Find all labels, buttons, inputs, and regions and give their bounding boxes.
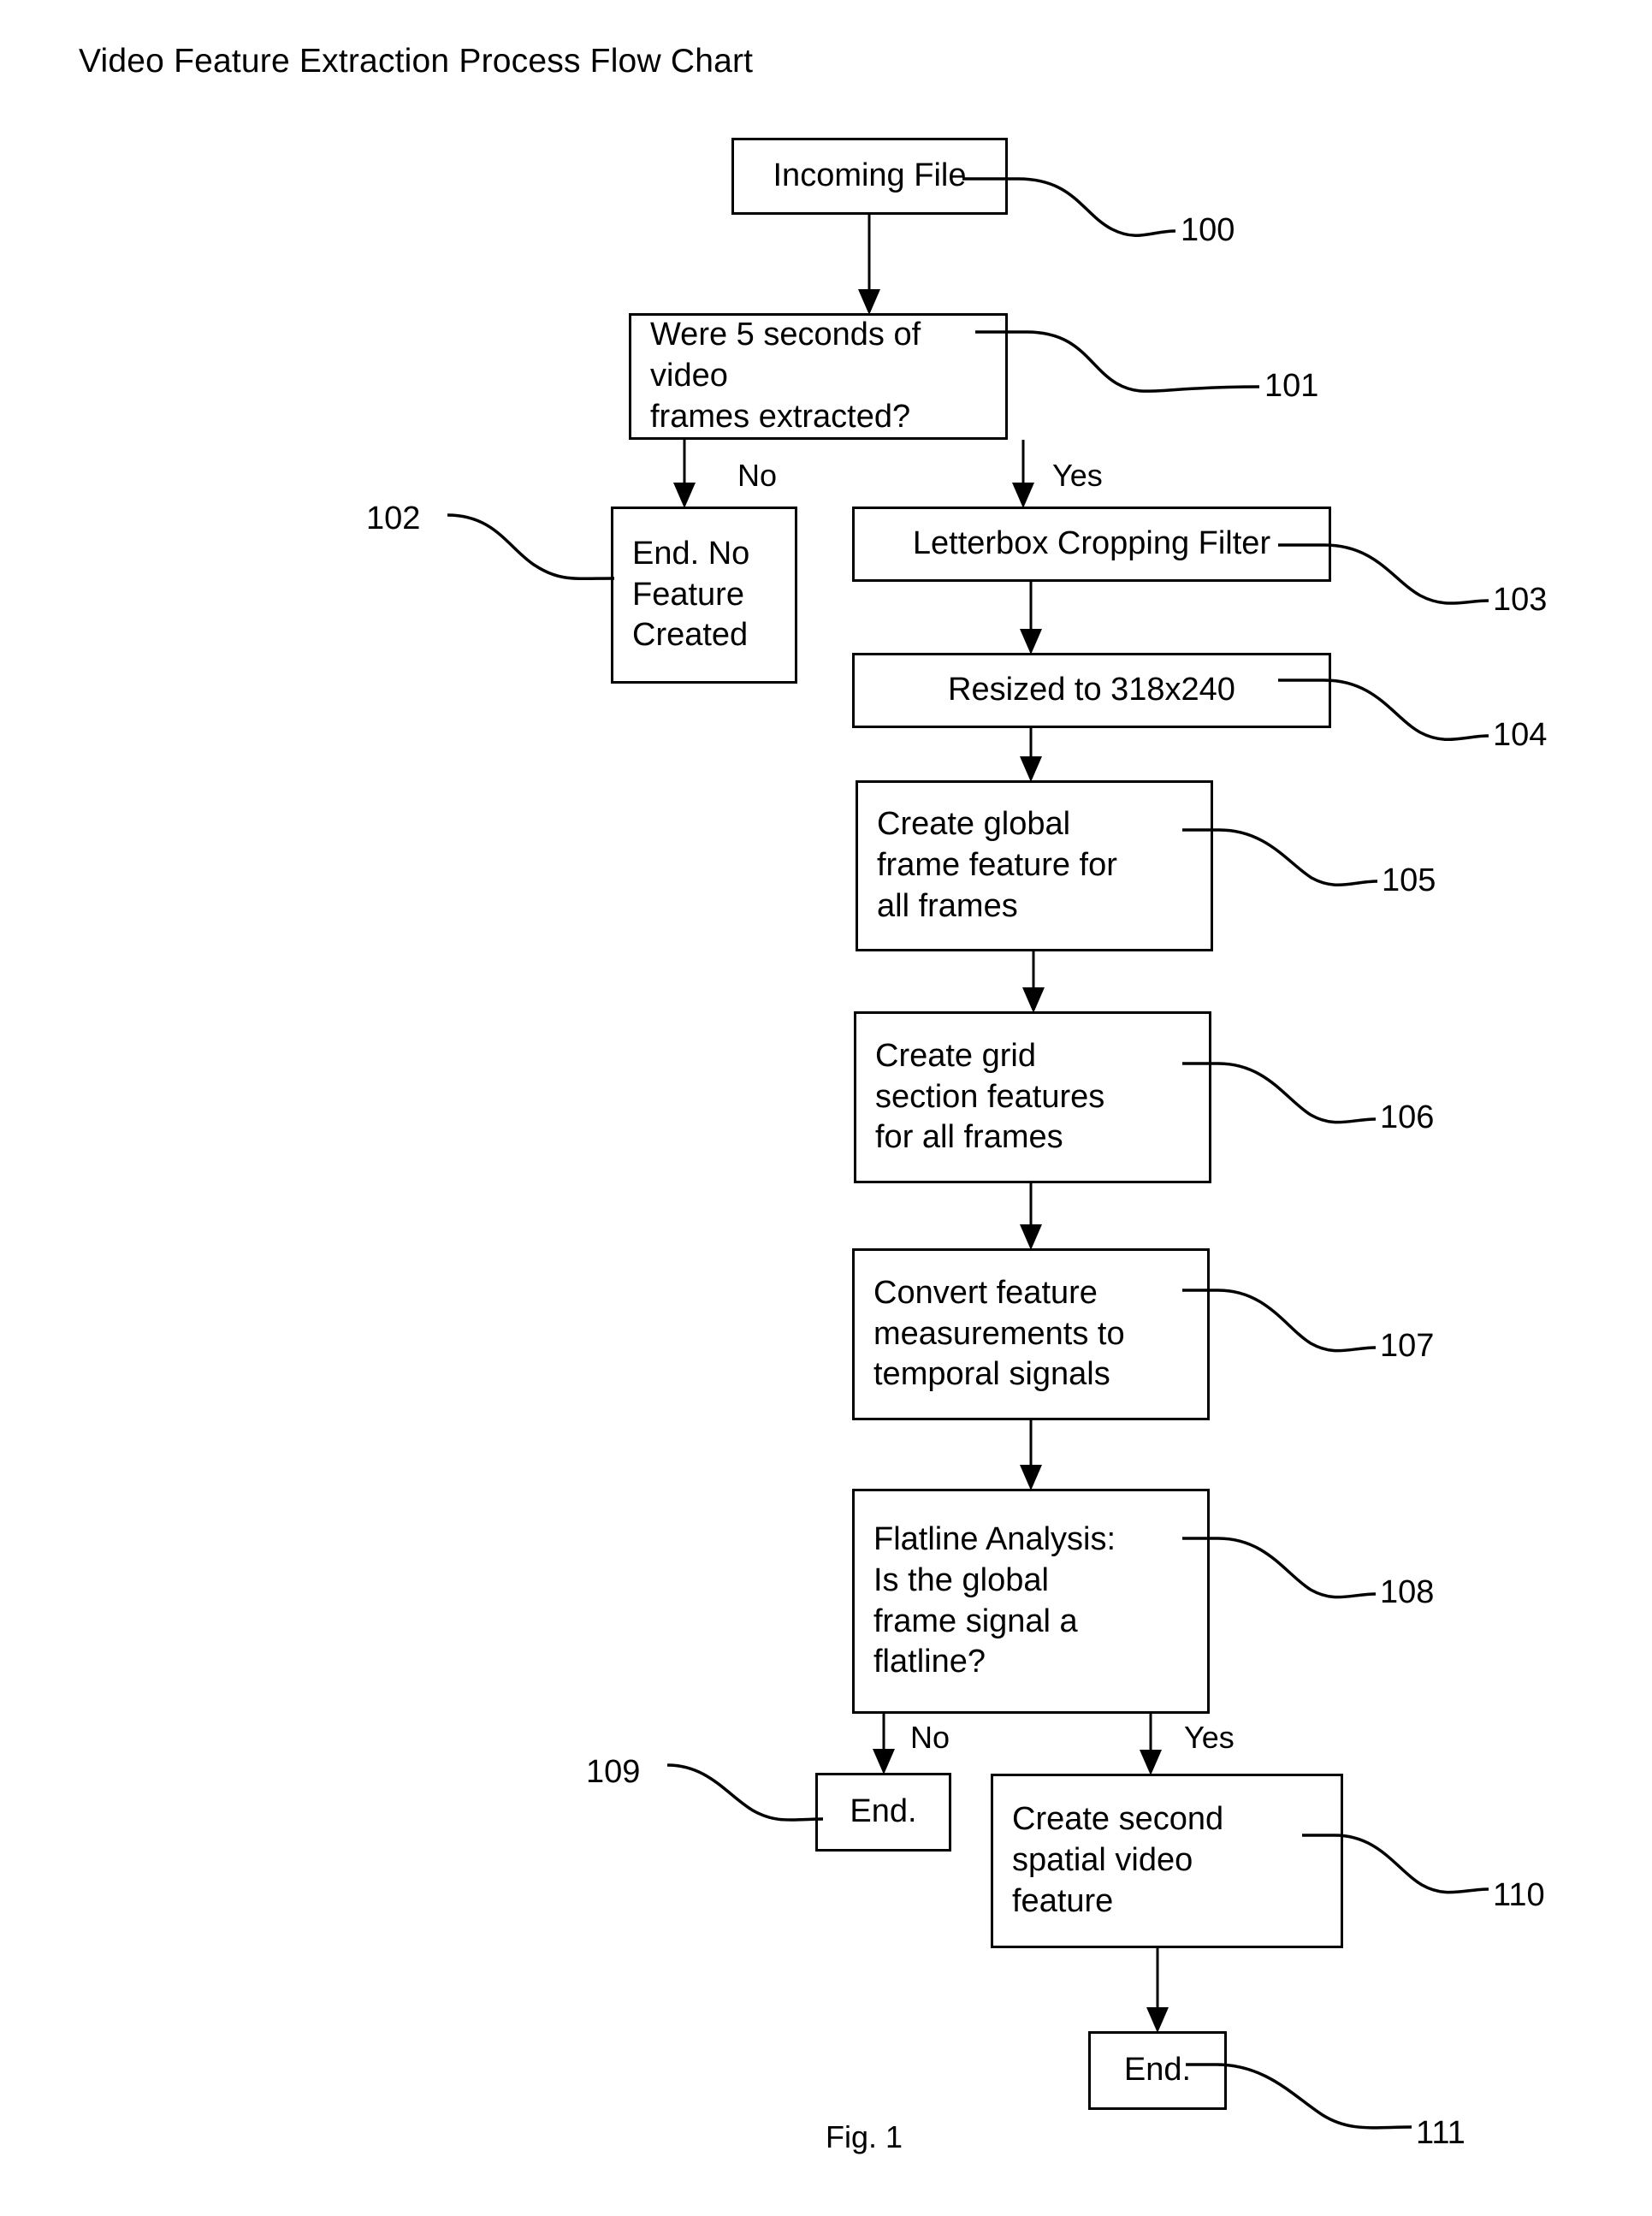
edge-label-yes-decision-108: Yes bbox=[1184, 1720, 1235, 1755]
node-were-5-seconds-extracted[interactable]: Were 5 seconds of video frames extracted… bbox=[629, 313, 1008, 440]
node-convert-feature-measurements[interactable]: Convert feature measurements to temporal… bbox=[852, 1248, 1210, 1420]
leader-line-109 bbox=[666, 1763, 824, 1822]
leader-line-102 bbox=[447, 513, 615, 581]
ref-numeral-107: 107 bbox=[1380, 1328, 1435, 1364]
ref-numeral-109: 109 bbox=[586, 1754, 641, 1790]
flowchart-page: Video Feature Extraction Process Flow Ch… bbox=[0, 0, 1652, 2216]
ref-numeral-101: 101 bbox=[1264, 368, 1319, 404]
node-create-grid-section-features[interactable]: Create grid section features for all fra… bbox=[854, 1011, 1211, 1183]
node-resized-to-318x240-label: Resized to 318x240 bbox=[948, 672, 1235, 708]
ref-numeral-111: 111 bbox=[1416, 2115, 1465, 2151]
ref-numeral-106: 106 bbox=[1380, 1099, 1435, 1135]
leader-line-101 bbox=[975, 330, 1260, 393]
ref-numeral-102: 102 bbox=[366, 501, 421, 536]
node-incoming-file[interactable]: Incoming File bbox=[731, 138, 1008, 215]
connector-108-to-110 bbox=[1140, 1714, 1162, 1775]
ref-numeral-108: 108 bbox=[1380, 1574, 1435, 1610]
ref-numeral-103: 103 bbox=[1493, 582, 1548, 618]
page-title: Video Feature Extraction Process Flow Ch… bbox=[79, 43, 754, 80]
edge-label-yes-decision-101: Yes bbox=[1052, 458, 1103, 493]
ref-numeral-110: 110 bbox=[1493, 1877, 1545, 1913]
node-convert-feature-measurements-label: Convert feature measurements to temporal… bbox=[873, 1274, 1125, 1393]
connector-110-to-111 bbox=[1146, 1948, 1169, 2033]
node-end-final-label: End. bbox=[1123, 2052, 1192, 2089]
node-end-no-branch-label: End. bbox=[850, 1793, 917, 1830]
connector-100-to-101 bbox=[858, 215, 880, 315]
node-flatline-analysis-label: Flatline Analysis: Is the global frame s… bbox=[873, 1520, 1116, 1680]
leader-line-108 bbox=[1182, 1537, 1377, 1599]
node-end-no-branch[interactable]: End. bbox=[815, 1773, 951, 1852]
edge-label-no-decision-101: No bbox=[737, 458, 778, 493]
leader-line-107 bbox=[1182, 1289, 1377, 1353]
connector-103-to-104 bbox=[1020, 582, 1042, 655]
node-resized-to-318x240[interactable]: Resized to 318x240 bbox=[852, 653, 1331, 728]
node-letterbox-cropping-filter-label: Letterbox Cropping Filter bbox=[912, 525, 1271, 562]
ref-numeral-105: 105 bbox=[1382, 862, 1436, 898]
connector-107-to-108 bbox=[1020, 1420, 1042, 1490]
node-letterbox-cropping-filter[interactable]: Letterbox Cropping Filter bbox=[852, 507, 1331, 582]
node-were-5-seconds-extracted-label: Were 5 seconds of video frames extracted… bbox=[650, 317, 921, 435]
ref-numeral-100: 100 bbox=[1181, 212, 1235, 248]
node-create-global-frame-feature-label: Create global frame feature for all fram… bbox=[877, 806, 1117, 924]
node-create-second-spatial-video-feature-label: Create second spatial video feature bbox=[1012, 1801, 1224, 1919]
node-end-no-feature-created[interactable]: End. No Feature Created bbox=[611, 507, 797, 684]
connector-101-to-102 bbox=[673, 440, 696, 508]
ref-numeral-104: 104 bbox=[1493, 717, 1548, 753]
node-create-global-frame-feature[interactable]: Create global frame feature for all fram… bbox=[856, 780, 1213, 951]
connector-108-to-109 bbox=[873, 1714, 895, 1775]
node-incoming-file-label: Incoming File bbox=[773, 157, 967, 194]
figure-caption: Fig. 1 bbox=[826, 2119, 903, 2154]
node-end-final[interactable]: End. bbox=[1088, 2031, 1227, 2110]
node-create-grid-section-features-label: Create grid section features for all fra… bbox=[875, 1037, 1105, 1156]
node-end-no-feature-created-label: End. No Feature Created bbox=[632, 535, 750, 654]
edge-label-no-decision-108: No bbox=[910, 1720, 950, 1755]
connector-105-to-106 bbox=[1022, 951, 1045, 1013]
node-flatline-analysis[interactable]: Flatline Analysis: Is the global frame s… bbox=[852, 1489, 1210, 1714]
connector-101-to-103 bbox=[1012, 440, 1034, 508]
node-create-second-spatial-video-feature[interactable]: Create second spatial video feature bbox=[991, 1774, 1343, 1948]
connector-104-to-105 bbox=[1020, 728, 1042, 782]
connector-106-to-107 bbox=[1020, 1183, 1042, 1250]
